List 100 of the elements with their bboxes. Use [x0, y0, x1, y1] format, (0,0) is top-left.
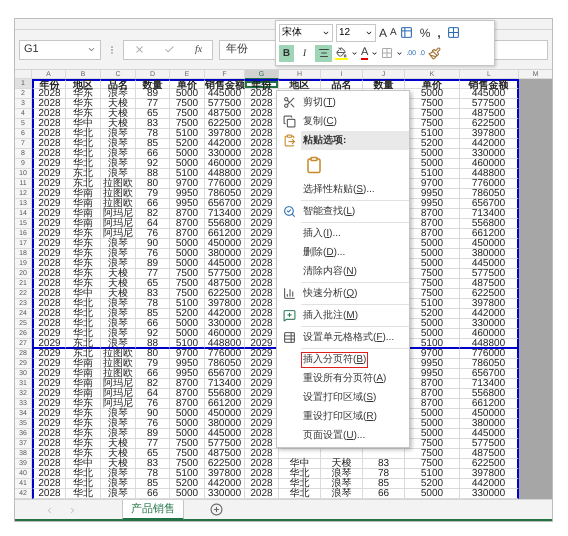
- table-cell: 64: [136, 219, 170, 229]
- table-cell: 556800: [205, 389, 245, 399]
- menu-item[interactable]: 重设所有分页符(A): [301, 370, 388, 386]
- table-cell: 76: [136, 249, 170, 259]
- format-icon[interactable]: [400, 26, 413, 39]
- table-cell: 5000: [170, 429, 205, 439]
- table-cell: 88: [136, 169, 170, 179]
- menu-item[interactable]: 重设打印区域(R): [301, 408, 379, 424]
- menu-item[interactable]: 设置打印区域(S): [301, 390, 378, 406]
- align-center-button[interactable]: [315, 44, 332, 62]
- table-cell: 华东: [66, 419, 101, 429]
- table-cell: 2028: [32, 99, 66, 109]
- table-cell: 浪琴: [101, 239, 136, 249]
- table-cell: 577500: [205, 269, 245, 279]
- table-cell: 天梭: [101, 289, 136, 299]
- comma-button[interactable]: ,: [437, 26, 441, 38]
- table-cell: 华东: [66, 239, 101, 249]
- table-cell: 2028: [245, 479, 279, 489]
- table-cell: 448800: [205, 169, 245, 179]
- bold-button[interactable]: B: [279, 44, 294, 62]
- check-icon[interactable]: [164, 44, 176, 55]
- table-cell: 397800: [205, 469, 245, 479]
- table-cell: 5100: [170, 129, 205, 139]
- menu-item[interactable]: 页面设置(U)...: [301, 428, 368, 444]
- table-cell: 2028: [32, 459, 66, 469]
- fill-color-icon[interactable]: [335, 46, 348, 60]
- table-cell: 487500: [205, 109, 245, 119]
- table-cell: 天梭: [101, 269, 136, 279]
- table-cell: 445000: [205, 429, 245, 439]
- font-color-button[interactable]: A: [361, 46, 368, 60]
- percent-button[interactable]: %: [420, 26, 430, 38]
- table-cell: 浪琴: [101, 139, 136, 149]
- menu-item[interactable]: 复制(C): [301, 114, 339, 130]
- menu-item[interactable]: 快速分析(Q): [301, 286, 360, 302]
- comment-icon: [282, 309, 296, 322]
- table-cell: 2028: [32, 149, 66, 159]
- menu-section-header: 粘贴选项:: [301, 131, 409, 150]
- table-cell: 华东: [66, 99, 101, 109]
- menu-item[interactable]: 删除(D)...: [301, 244, 348, 260]
- table-cell: 拉图欧: [101, 349, 136, 359]
- table-cell: 2028: [32, 439, 66, 449]
- table-cell: 数量: [136, 79, 170, 89]
- sheet-tab[interactable]: 产品销售: [122, 500, 184, 520]
- table-cell: 2029: [32, 219, 66, 229]
- table-cell: 浪琴: [101, 309, 136, 319]
- table-cell: 2028: [32, 269, 66, 279]
- table-cell: 天梭: [101, 459, 136, 469]
- table-cell: 2029: [32, 209, 66, 219]
- table-cell: 5000: [170, 409, 205, 419]
- italic-button[interactable]: I: [297, 44, 312, 62]
- format-painter-icon[interactable]: [428, 46, 441, 60]
- shrink-font-button[interactable]: A: [390, 28, 397, 38]
- name-box[interactable]: G1: [19, 40, 101, 60]
- table-cell: 浪琴: [101, 429, 136, 439]
- table-cell: 450000: [205, 239, 245, 249]
- paste-icon[interactable]: [305, 155, 323, 175]
- caret-icon[interactable]: [351, 50, 358, 56]
- table-cell: 华东: [66, 439, 101, 449]
- table-cell: 77: [136, 99, 170, 109]
- caret-icon[interactable]: [396, 50, 404, 56]
- table-cell: 东北: [66, 169, 101, 179]
- caret-icon[interactable]: [371, 50, 378, 56]
- insert-function-button[interactable]: fx: [194, 42, 202, 57]
- table-cell: 阿玛尼: [101, 379, 136, 389]
- table-cell: 397800: [205, 299, 245, 309]
- grow-font-button[interactable]: A: [379, 26, 388, 38]
- font-dropdown[interactable]: 宋体: [279, 24, 333, 42]
- table-icon[interactable]: [446, 26, 460, 39]
- empty-cell: [279, 449, 321, 459]
- add-sheet-icon[interactable]: [210, 503, 223, 516]
- table-cell: 380000: [205, 419, 245, 429]
- table-cell: 64: [136, 389, 170, 399]
- menu-item[interactable]: 清除内容(N): [301, 264, 359, 280]
- table-cell: 2029: [32, 179, 66, 189]
- table-cell: 2028: [32, 289, 66, 299]
- table-cell: 浪琴: [101, 169, 136, 179]
- menu-item[interactable]: 智能查找(L): [301, 204, 358, 220]
- table-cell: 5000: [170, 159, 205, 169]
- menu-item[interactable]: 选择性粘贴(S)...: [301, 182, 377, 198]
- font-size-dropdown[interactable]: 12: [336, 24, 376, 42]
- table-cell: 577500: [205, 99, 245, 109]
- table-cell: 7500: [405, 459, 460, 469]
- menu-item[interactable]: 插入(I)...: [301, 226, 343, 242]
- table-cell: 2028: [32, 309, 66, 319]
- table-cell: 5000: [170, 249, 205, 259]
- table-cell: 华东: [66, 89, 101, 99]
- table-cell: 品名: [101, 79, 136, 89]
- table-cell: 华东: [66, 409, 101, 419]
- menu-item[interactable]: 设置单元格格式(F)...: [301, 330, 396, 346]
- table-cell: 华东: [66, 269, 101, 279]
- menu-item[interactable]: 剪切(T): [301, 94, 338, 110]
- menu-item[interactable]: 插入批注(M): [301, 308, 360, 324]
- table-cell: 460000: [205, 329, 245, 339]
- menu-item[interactable]: 插入分页符(B): [301, 352, 368, 368]
- table-cell: 华东: [66, 109, 101, 119]
- table-cell: 2028: [245, 459, 279, 469]
- table-cell: 2029: [32, 159, 66, 169]
- table-cell: 2029: [32, 409, 66, 419]
- table-cell: 天梭: [101, 449, 136, 459]
- table-cell: 华中: [66, 119, 101, 129]
